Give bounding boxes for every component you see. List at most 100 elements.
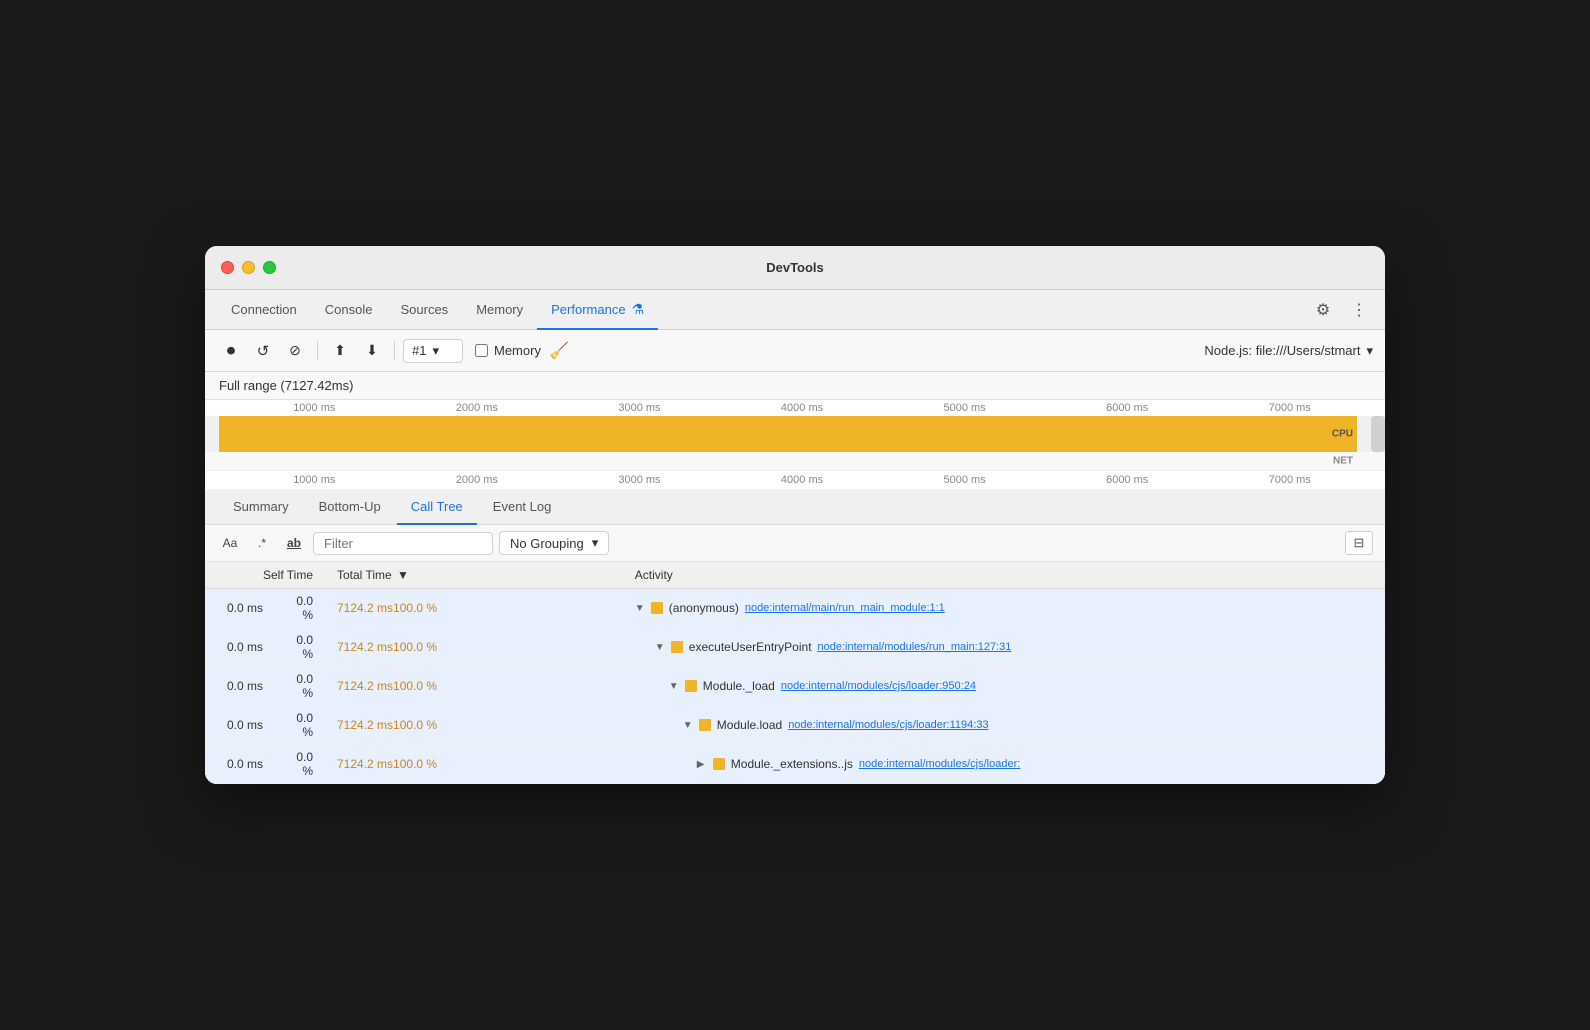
source-link[interactable]: node:internal/main/run_main_module:1:1 [745, 602, 945, 614]
time-labels-bottom: 1000 ms 2000 ms 3000 ms 4000 ms 5000 ms … [205, 470, 1385, 489]
divider-1 [317, 341, 318, 361]
subtab-call-tree[interactable]: Call Tree [397, 489, 477, 525]
source-link[interactable]: node:internal/modules/cjs/loader:950:24 [781, 680, 976, 692]
self-time-cell: 0.0 ms [205, 589, 275, 628]
source-link[interactable]: node:internal/modules/run_main:127:31 [818, 641, 1012, 653]
self-pct-cell: 0.0 % [275, 745, 325, 784]
total-time-cell: 7124.2 ms100.0 % [325, 745, 623, 784]
memory-checkbox[interactable]: Memory [475, 343, 541, 358]
more-button[interactable]: ⋮ [1345, 296, 1373, 324]
settings-button[interactable]: ⚙ [1309, 296, 1337, 324]
regex-button[interactable]: .* [249, 531, 275, 555]
activity-color-block [651, 602, 663, 614]
time-label-b1: 1000 ms [233, 474, 396, 486]
total-time-cell: 7124.2 ms100.0 % [325, 667, 623, 706]
filter-bar: Aa .* ab No Grouping ▾ ⊟ [205, 525, 1385, 562]
time-label-3: 3000 ms [558, 402, 721, 414]
time-label-b6: 6000 ms [1046, 474, 1209, 486]
scrollbar-right-top[interactable] [1371, 416, 1385, 452]
total-time-cell: 7124.2 ms100.0 % [325, 628, 623, 667]
tab-memory[interactable]: Memory [462, 290, 537, 330]
col-self-time: Self Time [205, 562, 325, 589]
window-title: DevTools [766, 260, 824, 275]
tab-performance[interactable]: Performance ⚗ [537, 290, 658, 330]
cpu-bar-container[interactable]: CPU [205, 416, 1385, 452]
call-tree-table: Self Time Total Time ▼ Activity 0.0 ms0.… [205, 562, 1385, 784]
close-button[interactable] [221, 261, 234, 274]
cpu-label: CPU [1332, 429, 1353, 440]
time-label-b5: 5000 ms [883, 474, 1046, 486]
self-pct-cell: 0.0 % [275, 589, 325, 628]
flask-icon: ⚗ [632, 301, 645, 318]
node-selector[interactable]: Node.js: file:///Users/stmart ▾ [1204, 343, 1373, 359]
total-time-cell: 7124.2 ms100.0 % [325, 589, 623, 628]
tab-console[interactable]: Console [311, 290, 387, 330]
time-labels-top: 1000 ms 2000 ms 3000 ms 4000 ms 5000 ms … [205, 400, 1385, 416]
total-time-cell: 7124.2 ms100.0 % [325, 706, 623, 745]
activity-name: (anonymous) [669, 601, 739, 615]
data-table-container: Self Time Total Time ▼ Activity 0.0 ms0.… [205, 562, 1385, 784]
cpu-bar [219, 416, 1357, 452]
expand-arrow[interactable]: ▶ [697, 759, 707, 770]
grouping-selector[interactable]: No Grouping ▾ [499, 531, 609, 555]
time-label-1: 1000 ms [233, 402, 396, 414]
time-label-b4: 4000 ms [721, 474, 884, 486]
time-label-7: 7000 ms [1208, 402, 1371, 414]
activity-color-block [699, 719, 711, 731]
sort-arrow: ▼ [397, 568, 409, 582]
activity-cell: ▼ Module._load node:internal/modules/cjs/l… [623, 667, 1385, 706]
minimize-button[interactable] [242, 261, 255, 274]
ab-button[interactable]: ab [281, 531, 307, 555]
filter-input[interactable] [313, 532, 493, 555]
activity-cell: ▼ (anonymous) node:internal/main/run_main_… [623, 589, 1385, 628]
expand-arrow[interactable]: ▼ [655, 642, 665, 653]
record-button[interactable]: ⏺ [217, 337, 245, 365]
sub-tabs: Summary Bottom-Up Call Tree Event Log [205, 489, 1385, 525]
clear-button[interactable]: ⊘ [281, 337, 309, 365]
activity-cell: ▼executeUserEntryPointnode:internal/modu… [623, 628, 1385, 667]
tab-sources[interactable]: Sources [386, 290, 462, 330]
self-pct-cell: 0.0 % [275, 667, 325, 706]
memory-toggle[interactable] [475, 344, 488, 357]
devtools-window: DevTools Connection Console Sources Memo… [205, 246, 1385, 784]
expand-arrow[interactable]: ▼ [683, 720, 693, 731]
time-label-b3: 3000 ms [558, 474, 721, 486]
self-time-cell: 0.0 ms [205, 706, 275, 745]
tab-connection[interactable]: Connection [217, 290, 311, 330]
activity-cell: ▼ Module.load node:internal/modules/cjs/lo… [623, 706, 1385, 745]
col-activity: Activity [623, 562, 1385, 589]
expand-arrow[interactable]: ▼ [635, 603, 645, 614]
activity-name: Module._load [703, 679, 775, 693]
activity-name: Module.load [717, 718, 782, 732]
col-total-time[interactable]: Total Time ▼ [325, 562, 623, 589]
maximize-button[interactable] [263, 261, 276, 274]
download-button[interactable]: ⬇ [358, 337, 386, 365]
divider-2 [394, 341, 395, 361]
traffic-lights [221, 261, 276, 274]
activity-name: Module._extensions..js [731, 757, 853, 771]
net-label: NET [1333, 456, 1353, 467]
source-link[interactable]: node:internal/modules/cjs/loader: [859, 758, 1020, 770]
time-label-5: 5000 ms [883, 402, 1046, 414]
profile-selector[interactable]: #1 ▾ [403, 339, 463, 363]
subtab-summary[interactable]: Summary [219, 489, 303, 525]
self-time-cell: 0.0 ms [205, 745, 275, 784]
self-pct-cell: 0.0 % [275, 628, 325, 667]
upload-button[interactable]: ⬆ [326, 337, 354, 365]
aa-button[interactable]: Aa [217, 531, 243, 555]
time-label-2: 2000 ms [396, 402, 559, 414]
expand-arrow[interactable]: ▼ [669, 681, 679, 692]
activity-color-block [671, 641, 683, 653]
activity-color-block [713, 758, 725, 770]
source-link[interactable]: node:internal/modules/cjs/loader:1194:33 [788, 719, 988, 731]
self-pct-cell: 0.0 % [275, 706, 325, 745]
reload-button[interactable]: ↺ [249, 337, 277, 365]
tab-icons: ⚙ ⋮ [1309, 296, 1373, 324]
subtab-event-log[interactable]: Event Log [479, 489, 566, 525]
time-label-b2: 2000 ms [396, 474, 559, 486]
subtab-bottom-up[interactable]: Bottom-Up [305, 489, 395, 525]
cleanup-button[interactable]: 🧹 [549, 341, 569, 361]
titlebar: DevTools [205, 246, 1385, 290]
bottom-section: Summary Bottom-Up Call Tree Event Log Aa… [205, 489, 1385, 784]
sidebar-toggle-button[interactable]: ⊟ [1345, 531, 1373, 555]
